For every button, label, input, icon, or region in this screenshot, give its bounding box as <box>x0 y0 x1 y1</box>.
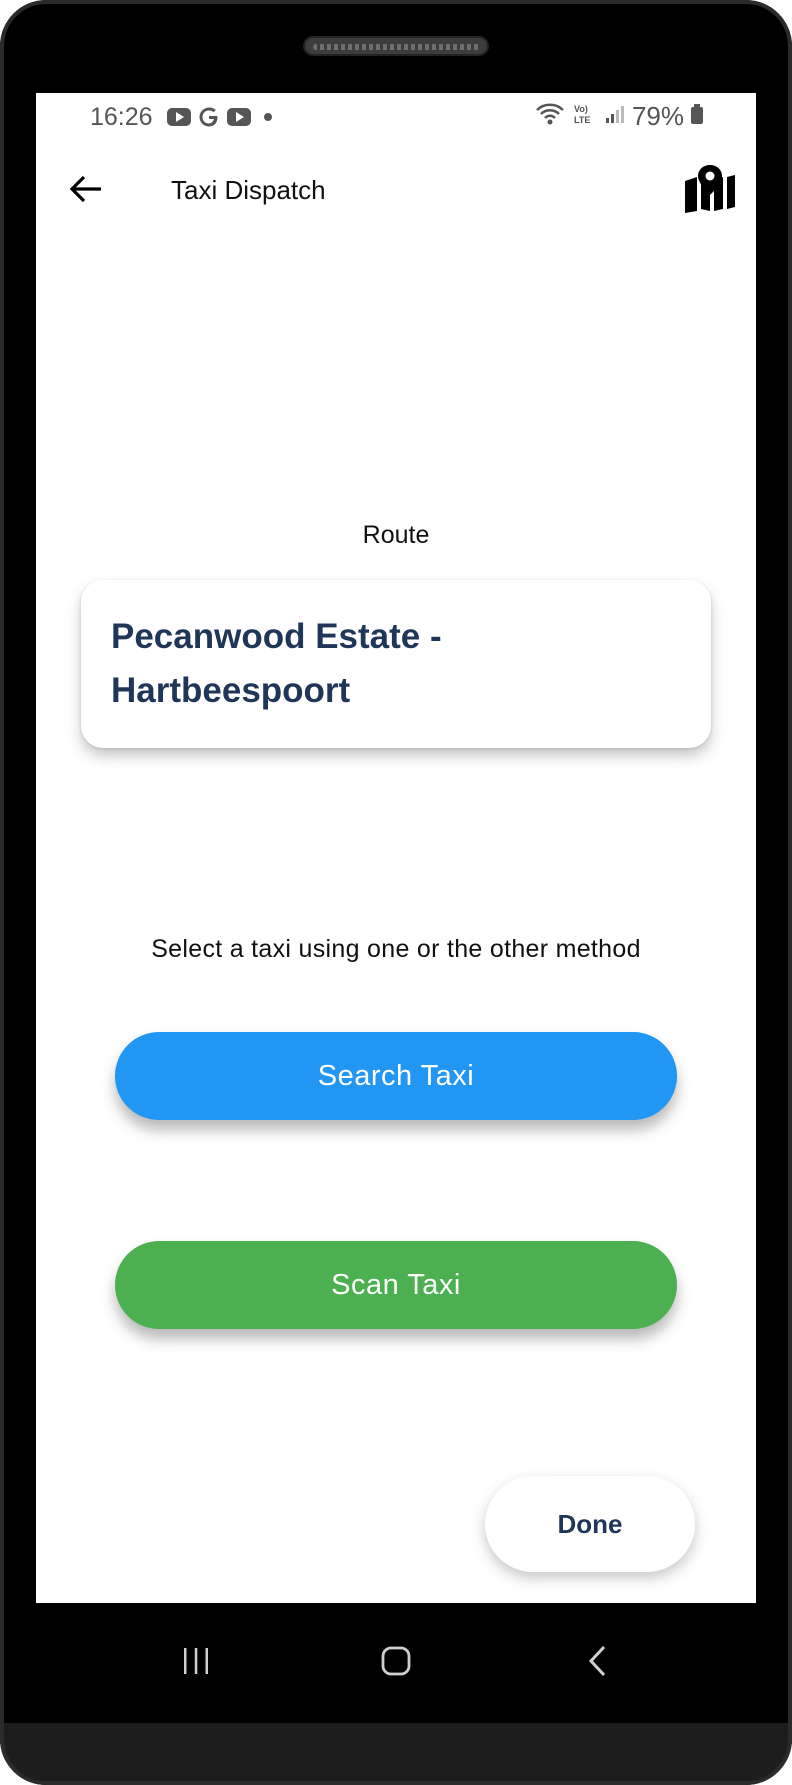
youtube-icon <box>166 107 192 132</box>
instruction-text: Select a taxi using one or the other met… <box>151 935 641 963</box>
system-back-button[interactable] <box>568 1633 628 1693</box>
signal-icon <box>604 103 626 130</box>
svg-text:Vo): Vo) <box>574 104 588 114</box>
route-name: Pecanwood Estate - Hartbeespoort <box>111 617 442 710</box>
google-icon <box>198 106 220 133</box>
route-label: Route <box>362 521 430 549</box>
page-title: Taxi Dispatch <box>171 175 326 205</box>
search-taxi-button[interactable]: Search Taxi <box>115 1032 677 1120</box>
status-time: 16:26 <box>90 103 153 131</box>
arrow-left-icon <box>69 174 103 209</box>
app-screen: 16:26 Vo) LTE 79% Taxi Dispatch Route Pe… <box>36 93 756 1603</box>
done-button[interactable]: Done <box>485 1476 695 1572</box>
device-chin <box>0 1723 792 1785</box>
earpiece-speaker <box>303 36 489 56</box>
system-status-icons: Vo) LTE 79% <box>534 101 704 132</box>
recents-icon <box>180 1645 212 1682</box>
phone-device: 16:26 Vo) LTE 79% Taxi Dispatch Route Pe… <box>0 0 792 1785</box>
notification-icons <box>166 106 278 133</box>
home-button[interactable] <box>366 1633 426 1693</box>
lte-icon: Vo) LTE <box>572 101 598 132</box>
status-bar: 16:26 Vo) LTE 79% <box>36 93 756 145</box>
app-bar: Taxi Dispatch <box>36 145 756 235</box>
battery-icon <box>690 103 704 130</box>
back-icon <box>583 1644 613 1683</box>
recents-button[interactable] <box>166 1633 226 1693</box>
map-button[interactable] <box>682 163 738 219</box>
map-pin-icon <box>683 164 737 218</box>
svg-text:LTE: LTE <box>574 115 590 125</box>
scan-taxi-button[interactable]: Scan Taxi <box>115 1241 677 1329</box>
back-button[interactable] <box>64 169 108 213</box>
youtube-icon <box>226 107 252 132</box>
system-navigation-bar <box>0 1603 792 1723</box>
wifi-icon <box>534 101 566 132</box>
home-icon <box>379 1644 413 1683</box>
dot-icon <box>258 107 278 132</box>
battery-percent: 79% <box>631 101 684 131</box>
route-card: Pecanwood Estate - Hartbeespoort <box>81 580 711 748</box>
